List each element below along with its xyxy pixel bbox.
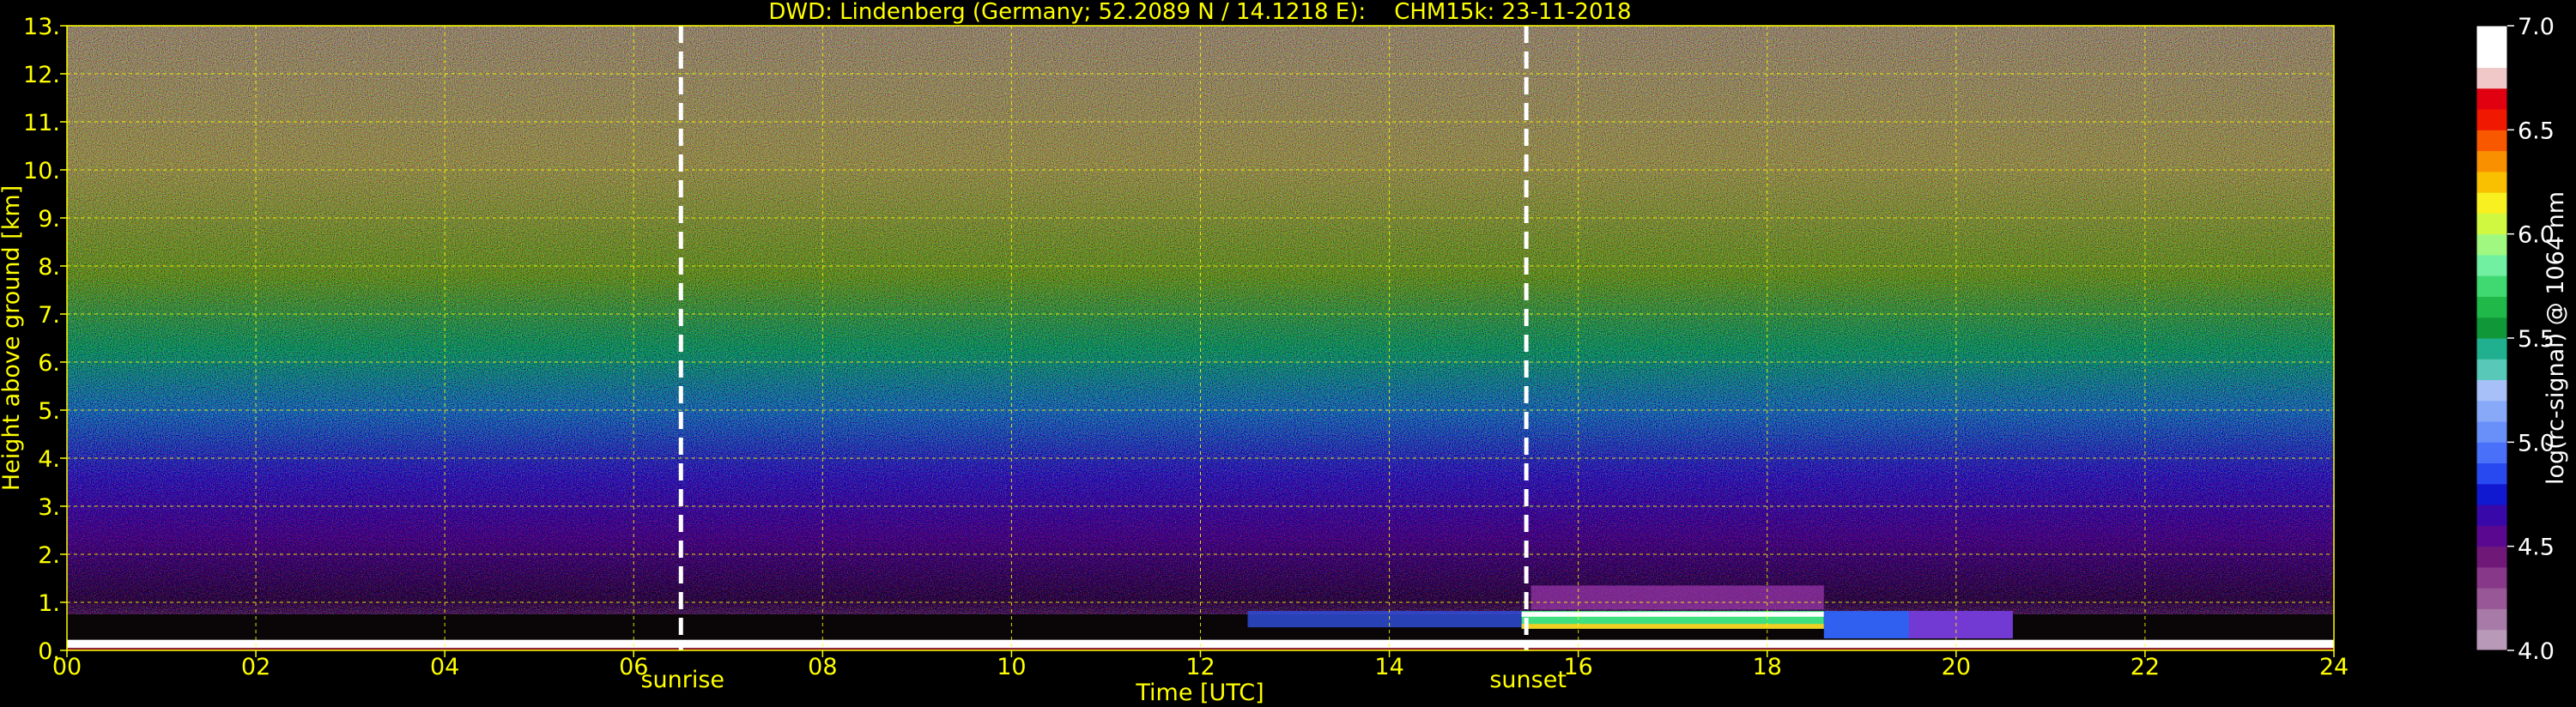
y-tick-label: 9.: [38, 206, 60, 233]
colorbar-segment: [2476, 462, 2507, 485]
x-tick-label: 08: [808, 654, 837, 680]
colorbar-segment: [2476, 608, 2507, 631]
y-axis-ticks: 0. 1. 2. 3. 4. 5. 6. 7. 8. 9. 10. 11. 12. 13.: [23, 14, 67, 665]
y-axis-label: Height above ground [km]: [0, 185, 25, 491]
colorbar-segment: [2476, 171, 2507, 193]
chart-title: DWD: Lindenberg (Germany; 52.2089 N / 14…: [768, 0, 1631, 25]
colorbar-segment: [2476, 505, 2507, 526]
aerosol-layer: [1530, 585, 1824, 610]
annotations: sunrise sunset: [640, 667, 1566, 693]
colorbar-tick-label: 4.5: [2518, 535, 2555, 561]
y-tick-label: 1.: [38, 590, 60, 617]
colorbar-segment: [2476, 546, 2507, 568]
cloud-band-yellow: [1521, 624, 1824, 629]
colorbar-segment: [2476, 233, 2507, 256]
colorbar-segment: [2476, 67, 2507, 89]
y-tick-label: 5.: [38, 398, 60, 425]
colorbar-segment: [2476, 150, 2507, 172]
y-tick-label: 6.: [38, 350, 60, 377]
colorbar-segment: [2476, 254, 2507, 276]
annotation-label: sunrise: [640, 667, 724, 693]
colorbar-tick-label: 6.5: [2518, 118, 2555, 144]
colorbar-segment: [2476, 26, 2507, 47]
y-tick-label: 0.: [38, 638, 60, 665]
colorbar-segment: [2476, 192, 2507, 214]
colorbar-segment: [2476, 442, 2507, 464]
colorbar-segment: [2476, 275, 2507, 297]
x-axis-ticks: 00 02 04 06 08 10 12 14 16 18 20 22 24: [52, 650, 2349, 680]
x-tick-label: 20: [1942, 654, 1971, 680]
cloud-layer-early: [1247, 611, 1522, 628]
colorbar-segment: [2476, 400, 2507, 422]
colorbar-segment: [2476, 588, 2507, 609]
y-tick-label: 2.: [38, 542, 60, 569]
y-tick-label: 11.: [23, 110, 60, 136]
ceilometer-chart: 00 02 04 06 08 10 12 14 16 18 20 22 24 0.1.2.3.4.5.6…: [0, 0, 2569, 706]
colorbar-tick-label: 7.0: [2518, 14, 2555, 40]
colorbar-segment: [2476, 213, 2507, 235]
y-tick-label: 7.: [38, 302, 60, 329]
colorbar-tick-label: 4.0: [2518, 638, 2555, 665]
colorbar-segment: [2476, 296, 2507, 318]
colorbar-segment: [2476, 130, 2507, 152]
colorbar-segment: [2476, 566, 2507, 589]
x-tick-label: 22: [2131, 654, 2160, 680]
y-tick-label: 12.: [23, 62, 60, 88]
x-tick-label: 16: [1563, 654, 1592, 680]
x-tick-label: 12: [1185, 654, 1215, 680]
x-tick-label: 14: [1374, 654, 1403, 680]
y-tick-label: 13.: [23, 14, 60, 40]
colorbar-segment: [2476, 421, 2507, 443]
y-tick-label: 3.: [38, 494, 60, 521]
x-tick-label: 04: [430, 654, 459, 680]
y-tick-label: 10.: [23, 158, 60, 184]
x-tick-label: 18: [1753, 654, 1782, 680]
colorbar-segment: [2476, 317, 2507, 339]
x-tick-label: 10: [997, 654, 1026, 680]
colorbar-segment: [2476, 525, 2507, 547]
cloud-layer-late-edge: [1908, 611, 2013, 638]
colorbar-segment: [2476, 109, 2507, 130]
colorbar-label: log(rc-signal) @ 1064 nm: [2543, 191, 2569, 485]
colorbar-segment: [2476, 338, 2507, 360]
y-tick-label: 4.: [38, 446, 60, 473]
colorbar-segment: [2476, 379, 2507, 402]
cloud-top: [1521, 612, 1824, 617]
colorbar-segment: [2476, 629, 2507, 651]
colorbar-segment: [2476, 483, 2507, 505]
colorbar-segment: [2476, 88, 2507, 110]
y-tick-label: 8.: [38, 254, 60, 281]
colorbar-segment: [2476, 46, 2507, 69]
annotation-label: sunset: [1489, 667, 1567, 693]
x-tick-label: 24: [2319, 654, 2349, 680]
x-axis-label: Time [UTC]: [1135, 680, 1264, 706]
x-tick-label: 02: [241, 654, 270, 680]
colorbar-segment: [2476, 359, 2507, 381]
